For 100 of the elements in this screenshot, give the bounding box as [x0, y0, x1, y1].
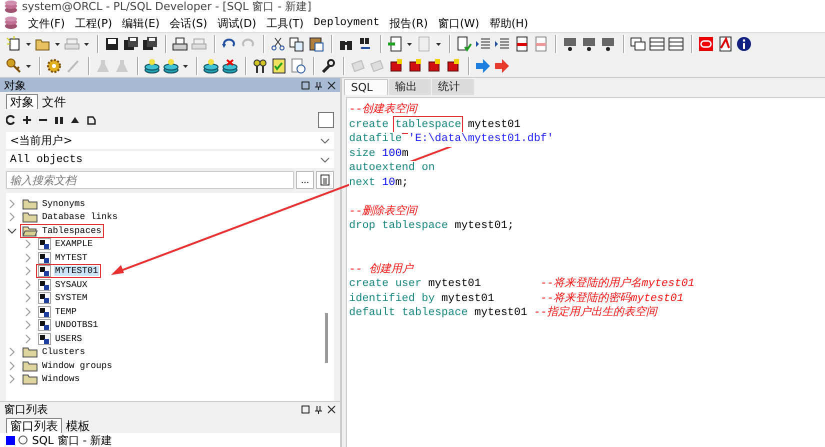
sql-identifier: mytest01	[474, 307, 528, 319]
sql-comment: --指定用户出生的表空间	[534, 307, 658, 319]
refresh-icon[interactable]	[6, 115, 16, 125]
tree-item[interactable]: Tablespaces	[41, 226, 102, 236]
gear-icon[interactable]	[46, 58, 62, 74]
sql-identifier: mytest01	[428, 278, 482, 290]
browse-button[interactable]: ...	[296, 171, 314, 189]
tree-item[interactable]: Clusters	[41, 347, 86, 358]
tree-item[interactable]: UNDOTBS1	[54, 320, 100, 330]
folder-icon	[22, 360, 38, 372]
sql-comment: --将来登陆的密码mytest01	[540, 292, 684, 304]
tablespace-icon	[38, 265, 51, 278]
right-arrow-icon[interactable]	[494, 58, 510, 74]
database-icon	[4, 16, 18, 30]
windows-icon[interactable]	[630, 36, 646, 52]
restore-icon[interactable]	[301, 404, 310, 414]
close-icon[interactable]	[327, 80, 336, 90]
key-icon[interactable]	[6, 58, 22, 74]
floppy-disks-icon[interactable]	[142, 36, 158, 52]
plus-icon[interactable]	[22, 115, 32, 125]
menu-item[interactable]: 调试(D)	[217, 16, 256, 30]
sql-identifier: m;	[395, 176, 408, 188]
chevron-down-icon[interactable]	[320, 156, 330, 162]
oracle-icon[interactable]	[698, 36, 714, 52]
checklist-icon[interactable]	[271, 58, 287, 74]
sql-comment: --将来登陆的用户名mytest01	[540, 278, 694, 290]
menu-item[interactable]: 文件(F)	[28, 16, 65, 30]
tab[interactable]: 模板	[62, 418, 94, 433]
pin-icon[interactable]	[314, 80, 323, 90]
search-field[interactable]: 输入搜索文档	[6, 171, 294, 189]
binoculars-arrow-icon[interactable]	[357, 36, 373, 52]
owner-dropdown[interactable]: <当前用户>	[6, 132, 334, 149]
window-icon[interactable]	[649, 36, 665, 52]
database-icon[interactable]	[203, 58, 219, 74]
copy-icon[interactable]	[289, 36, 305, 52]
cube-icon[interactable]	[445, 58, 461, 74]
keys-icon[interactable]	[252, 58, 268, 74]
sql-comment: --删除表空间	[349, 206, 418, 218]
panel-title: 对象	[4, 78, 26, 92]
window-icon[interactable]	[668, 36, 684, 52]
close-icon[interactable]	[327, 404, 336, 414]
tree-item[interactable]: Window groups	[41, 360, 114, 371]
scrollbar-thumb[interactable]	[325, 313, 328, 363]
right-arrow-icon[interactable]	[475, 58, 491, 74]
tree-item[interactable]: TEMP	[54, 306, 78, 317]
tablespace-icon	[38, 306, 51, 318]
sql-number: 100	[382, 148, 402, 160]
menu-item[interactable]: 帮助(H)	[489, 16, 528, 30]
document-arrow-icon[interactable]	[387, 36, 403, 52]
menu-item[interactable]: 报告(R)	[390, 16, 428, 30]
pdf-icon[interactable]	[717, 36, 733, 52]
tab[interactable]: 文件	[38, 94, 70, 109]
clipboard-icon[interactable]	[308, 36, 324, 52]
new-document-icon[interactable]	[6, 36, 22, 52]
tab[interactable]: 统计	[432, 79, 474, 95]
tree-item[interactable]: Database links	[41, 212, 119, 222]
sql-editor[interactable]	[346, 97, 825, 447]
object-type-dropdown[interactable]: All objects	[6, 151, 334, 168]
tree-item[interactable]: SYSAUX	[54, 280, 88, 290]
tree-item[interactable]: MYTEST	[54, 252, 88, 263]
menu-item[interactable]: 编辑(E)	[122, 16, 160, 30]
menu-item[interactable]: 工具(T)	[266, 16, 304, 30]
document-icon	[320, 174, 330, 186]
tablespace-icon	[38, 292, 51, 304]
pin-icon[interactable]	[314, 404, 323, 414]
wrench-icon[interactable]	[320, 58, 336, 74]
scissors-icon[interactable]	[270, 36, 286, 52]
chevron-down-icon[interactable]	[320, 138, 330, 144]
database-icon[interactable]	[222, 58, 238, 74]
tree-item[interactable]: USERS	[54, 334, 84, 344]
document-check-icon[interactable]	[456, 36, 472, 52]
folder-icon	[22, 198, 38, 210]
checkbox[interactable]	[318, 112, 334, 128]
floppy-disks-icon[interactable]	[123, 36, 139, 52]
tab[interactable]: 对象	[6, 94, 38, 109]
tree-item[interactable]: EXAMPLE	[54, 239, 94, 250]
tab[interactable]: 窗口列表	[6, 418, 62, 433]
tree-item[interactable]: SYSTEM	[54, 293, 88, 304]
cube-icon[interactable]	[407, 58, 423, 74]
tree-item[interactable]: MYTEST01	[54, 266, 100, 276]
tab[interactable]: 输出	[388, 79, 431, 95]
database-icon[interactable]	[144, 58, 160, 74]
tree-item[interactable]: Windows	[41, 374, 81, 384]
document-clock-icon[interactable]	[290, 58, 306, 74]
sql-number: 10	[382, 176, 396, 188]
info-icon[interactable]	[736, 36, 752, 52]
menu-item[interactable]: 工程(P)	[74, 16, 112, 30]
printer-icon[interactable]	[172, 36, 188, 52]
tree-item[interactable]: Synonyms	[41, 198, 86, 209]
document-button[interactable]	[316, 171, 334, 189]
menu-item[interactable]: Deployment	[314, 17, 380, 29]
tab[interactable]: SQL	[344, 79, 388, 95]
menu-item[interactable]: 窗口(W)	[438, 16, 480, 30]
cube-icon[interactable]	[388, 58, 404, 74]
sql-keyword: identified	[349, 292, 416, 304]
tablespace-icon	[38, 278, 51, 291]
menu-item[interactable]: 会话(S)	[170, 16, 208, 30]
restore-icon[interactable]	[301, 80, 310, 90]
database-icon[interactable]	[163, 58, 179, 74]
cube-icon[interactable]	[426, 58, 442, 74]
